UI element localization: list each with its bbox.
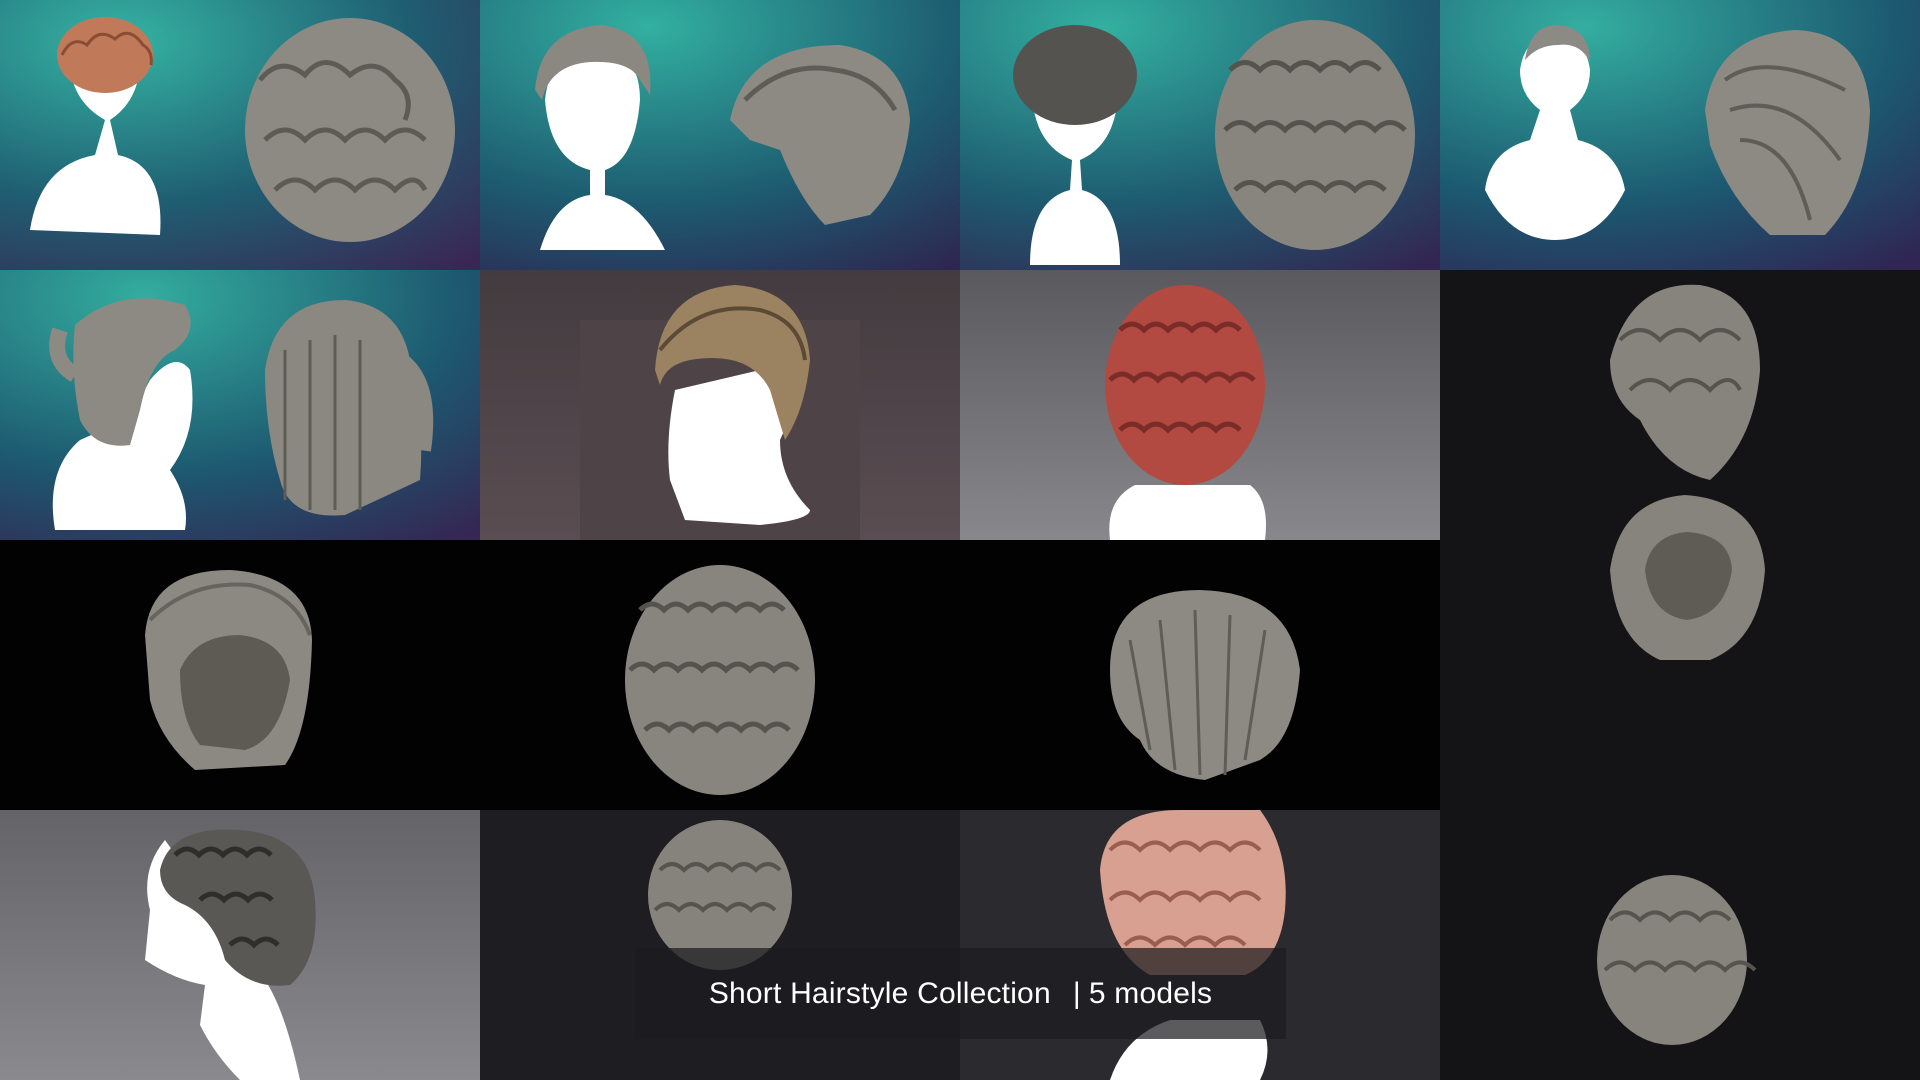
tile-pink-wavy (960, 810, 1440, 1080)
white-neck-silhouette (1109, 485, 1266, 540)
tile-undercut-quiff (480, 270, 960, 540)
tile-pompadour-shell (0, 540, 480, 810)
model-count: 5 models (1073, 977, 1212, 1011)
tile-curly-shell-small (480, 810, 960, 1080)
tile-curly-shell (480, 540, 960, 810)
tile-side-part (1440, 0, 1920, 270)
tile-red-curls (960, 270, 1440, 540)
tile-tight-curls (960, 0, 1440, 270)
gray-wavy-shell-front-model (1610, 495, 1765, 660)
tile-half-up-ponytail (0, 270, 480, 540)
gray-ponytail-back-model (265, 300, 422, 516)
gray-curly-shell-model (625, 565, 815, 795)
tile-swept-pompadour (480, 0, 960, 270)
hairstyle-gallery-grid (0, 0, 1920, 1080)
collection-title: Short Hairstyle Collection (708, 976, 1051, 1010)
copper-curly-hair-cap (57, 17, 153, 93)
dark-tight-curls-cap (1013, 25, 1137, 125)
collection-caption-banner: Short Hairstyle Collection 5 models (635, 948, 1286, 1039)
gray-curly-hair-model (245, 18, 455, 242)
red-curly-hair-model (1105, 285, 1265, 485)
gray-curly-hair-model (1215, 20, 1415, 250)
tile-curly-profile (0, 810, 480, 1080)
tile-right-column-panel (1440, 270, 1920, 1080)
tile-curly-short (0, 0, 480, 270)
tile-bowl-cut-shell (960, 540, 1440, 810)
